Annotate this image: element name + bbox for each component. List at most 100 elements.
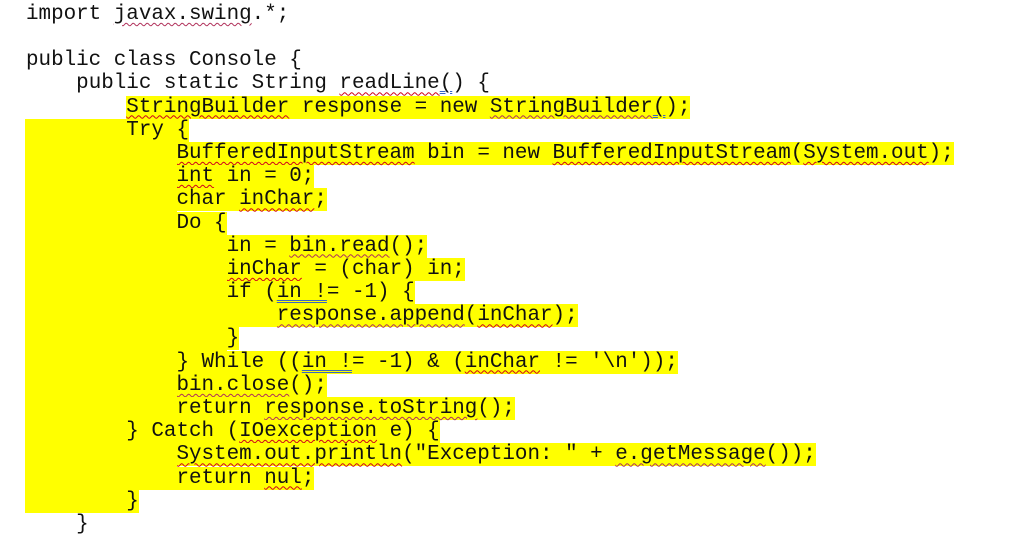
code-token: import (26, 3, 114, 26)
spell-flagged-token: inChar (239, 188, 315, 212)
code-token: bin = new (414, 141, 553, 165)
code-line: char inChar; (25, 188, 954, 212)
code-token: ; (314, 188, 327, 212)
grammar-flagged-token: ( (652, 95, 666, 119)
line-content: StringBuilder response = new StringBuild… (126, 95, 691, 119)
code-token: public static String (76, 72, 340, 96)
code-line: inChar = (char) in; (25, 257, 954, 282)
code-token: (); (389, 234, 428, 258)
code-token: ; (301, 466, 315, 490)
code-line: return nul; (25, 466, 954, 490)
grammar-flagged-token: ( (439, 72, 453, 96)
code-token: (); (289, 373, 327, 397)
line-content: public class Console { (26, 49, 302, 72)
code-line: Do { (25, 211, 954, 235)
code-line: BufferedInputStream bin = new BufferedIn… (25, 141, 954, 166)
code-line: } Catch (IOexception e) { (25, 420, 954, 444)
code-token: return (176, 466, 265, 490)
code-line: response.append(inChar); (25, 304, 954, 328)
code-line: } (25, 489, 954, 513)
code-token: ); (552, 304, 578, 328)
code-line: } (25, 327, 954, 351)
line-content: } (76, 513, 89, 536)
highlight-fill (25, 141, 177, 166)
code-token: } While (( (176, 350, 302, 374)
highlight-fill (25, 304, 278, 328)
line-content: return nul; (176, 466, 315, 490)
line-content: } While ((in != -1) & (inChar != '\n')); (176, 350, 678, 374)
code-line: public class Console { (26, 49, 954, 72)
code-token: ); (665, 95, 691, 119)
line-content: if (in != -1) { (226, 281, 415, 305)
code-token: = (char) in; (301, 257, 465, 281)
highlight-fill (25, 281, 227, 305)
highlight-fill (25, 350, 177, 374)
code-line: } (26, 513, 954, 536)
spell-flagged-token: IOexception (239, 420, 378, 444)
code-token: char (176, 188, 240, 212)
spell-flagged-token: inChar (464, 350, 541, 374)
code-token: in = 0; (214, 165, 315, 189)
code-token: } (126, 489, 139, 513)
code-line: return response.toString(); (25, 397, 954, 421)
line-content: } (226, 327, 240, 351)
spell-flagged-token: inChar (226, 257, 302, 281)
highlight-fill (25, 489, 127, 513)
line-content: in = bin.read(); (226, 234, 428, 258)
line-content: Do { (176, 211, 227, 235)
code-line: public static String readLine() { (26, 72, 954, 95)
spell-flagged-token: BufferedInputStream (552, 141, 791, 165)
line-content: int in = 0; (176, 165, 315, 189)
code-line: bin.close(); (25, 373, 954, 397)
line-content: char inChar; (176, 188, 327, 212)
highlight-fill (25, 118, 127, 142)
code-line: } While ((in != -1) & (inChar != '\n')); (25, 350, 954, 374)
highlight-fill (25, 443, 177, 467)
line-content: BufferedInputStream bin = new BufferedIn… (176, 141, 954, 165)
highlight-fill (25, 188, 177, 212)
spell-flagged-token: System.out (803, 141, 929, 165)
code-token: Try { (126, 118, 189, 142)
spell-flagged-token: inChar (477, 304, 553, 328)
highlight-fill (25, 234, 227, 258)
spell-flagged-token: nul (264, 466, 302, 490)
line-content: } Catch (IOexception e) { (126, 420, 440, 444)
code-token: response = new (289, 95, 490, 119)
code-token: = -1) { (326, 281, 415, 305)
line-content: return response.toString(); (176, 397, 515, 420)
line-content: System.out.println("Exception: " + e.get… (176, 443, 816, 467)
code-token: ("Exception: " + (402, 443, 616, 467)
code-token: Do { (176, 211, 227, 235)
spell-flagged-token: javax.swing (113, 3, 252, 26)
highlight-fill (25, 257, 227, 282)
spell-flagged-token: BufferedInputStream (176, 141, 415, 165)
code-line: in = bin.read(); (25, 234, 954, 258)
code-token: (); (477, 397, 515, 420)
highlight-fill (25, 466, 177, 490)
line-content: inChar = (char) in; (226, 257, 465, 281)
code-token: public class Console { (26, 49, 302, 73)
code-token: in = (226, 234, 290, 258)
code-line: int in = 0; (25, 165, 954, 189)
highlight-fill (25, 397, 177, 421)
code-token: ( (464, 304, 478, 328)
code-token: } (226, 327, 240, 351)
code-line: if (in != -1) { (25, 281, 954, 305)
spell-flagged-token: readLine (339, 72, 440, 96)
spell-flagged-token: response.toString (264, 397, 478, 420)
code-token: } Catch ( (126, 420, 240, 444)
code-token: e) { (377, 420, 440, 444)
code-token: = -1) & ( (351, 350, 465, 374)
code-document: import javax.swing.*; public class Consol… (25, 3, 954, 536)
code-token: } (76, 512, 89, 536)
spell-flagged-token: StringBuilder (489, 95, 653, 119)
line-content: response.append(inChar); (276, 304, 578, 328)
code-line: System.out.println("Exception: " + e.get… (25, 443, 954, 467)
highlight-fill (25, 211, 177, 235)
code-token: != '\n')); (540, 350, 678, 374)
code-token: return (176, 397, 265, 420)
line-content: public static String readLine() { (76, 72, 490, 95)
